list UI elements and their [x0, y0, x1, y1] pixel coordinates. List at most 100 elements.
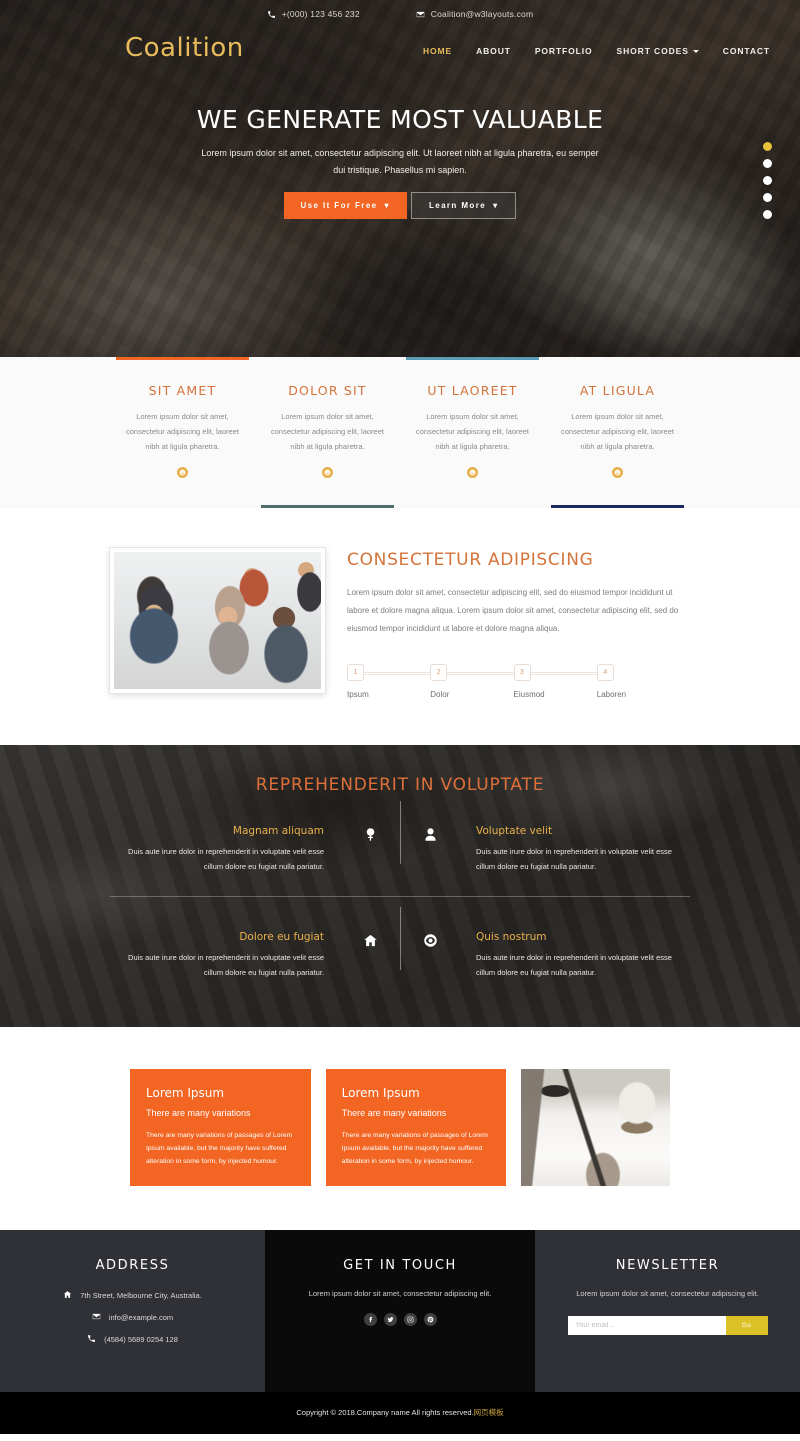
- footer-newsletter-heading: NEWSLETTER: [615, 1258, 720, 1274]
- learn-more-button[interactable]: Learn More ▾: [410, 192, 517, 220]
- envelope-icon: [416, 10, 425, 19]
- footer-address-column: ADDRESS 7th Street, Melbourne City, Aust…: [0, 1230, 265, 1393]
- step-item-ipsum[interactable]: 1 Ipsum: [347, 664, 431, 699]
- facebook-icon[interactable]: [363, 1313, 377, 1327]
- feature-title: Magnam aliquam: [232, 825, 324, 837]
- user-icon: [400, 825, 460, 842]
- step-number: 4: [596, 664, 614, 681]
- hand-writing-with-coffee-photo: [521, 1068, 671, 1187]
- step-label: Ipsum: [347, 690, 369, 699]
- twitter-icon[interactable]: [383, 1313, 397, 1327]
- feature-icons-top: [340, 801, 460, 864]
- feature-dolore-eu-fugiat: Dolore eu fugiat Duis aute irure dolor i…: [110, 931, 340, 980]
- step-item-dolor[interactable]: 2 Dolor: [430, 664, 514, 699]
- promo-card-title: Lorem Ipsum: [146, 1085, 225, 1100]
- eye-icon: [400, 931, 460, 948]
- top-contact-bar: +(000) 123 456 232 Coalition@w3layouts.c…: [0, 0, 800, 19]
- footer-address-street: 7th Street, Melbourne City, Australia.: [18, 1290, 247, 1301]
- home-icon: [340, 931, 400, 948]
- promo-card-body: There are many variations of passages of…: [341, 1131, 488, 1166]
- site-logo[interactable]: Coalition: [0, 33, 244, 63]
- nav-item-contact[interactable]: CONTACT: [723, 46, 770, 56]
- footer-address-email[interactable]: info@example.com: [18, 1312, 247, 1323]
- feature-title: Voluptate velit: [476, 825, 553, 837]
- service-body: Lorem ipsum dolor sit amet, consectetur …: [561, 412, 674, 451]
- promo-card-subtitle: There are many variations: [146, 1107, 251, 1118]
- nav-label-short-codes: SHORT CODES: [616, 46, 689, 56]
- service-card-at-ligula[interactable]: AT LIGULA Lorem ipsum dolor sit amet, co…: [545, 357, 690, 508]
- site-footer: ADDRESS 7th Street, Melbourne City, Aust…: [0, 1230, 800, 1393]
- step-item-eiusmod[interactable]: 3 Eiusmod: [513, 664, 597, 699]
- step-label: Dolor: [430, 690, 450, 699]
- step-connector-line: [447, 672, 514, 675]
- hero-section: +(000) 123 456 232 Coalition@w3layouts.c…: [0, 0, 800, 357]
- vertical-divider: [400, 907, 401, 971]
- nav-label-contact: CONTACT: [722, 46, 770, 56]
- nav-item-about[interactable]: ABOUT: [476, 46, 511, 56]
- service-bottom-accent-line: [551, 505, 684, 508]
- footer-address-phone[interactable]: (4584) 5689 0254 128: [18, 1334, 247, 1345]
- footer-address-heading: ADDRESS: [95, 1258, 170, 1274]
- service-title: DOLOR SIT: [288, 383, 367, 398]
- chevron-down-icon: ▾: [384, 201, 390, 211]
- slider-dot-4[interactable]: [763, 193, 772, 202]
- newsletter-submit-button[interactable]: Go: [725, 1316, 768, 1336]
- footer-newsletter-column: NEWSLETTER Lorem ipsum dolor sit amet, c…: [535, 1230, 800, 1393]
- service-card-sit-amet[interactable]: SIT AMET Lorem ipsum dolor sit amet, con…: [110, 357, 255, 508]
- horizontal-divider: [110, 896, 690, 898]
- nav-label-home: HOME: [423, 46, 453, 56]
- topbar-phone-text: +(000) 123 456 232: [281, 9, 360, 19]
- feature-title: Dolore eu fugiat: [239, 931, 324, 944]
- step-number: 2: [430, 664, 448, 681]
- process-steps: 1 Ipsum 2 Dolor 3 Eiusmod 4 Laboren: [347, 664, 690, 699]
- topbar-email[interactable]: Coalition@w3layouts.com: [416, 9, 534, 19]
- chevron-down-icon: [692, 49, 699, 53]
- copyright-cn-text[interactable]: 网页模板: [474, 1408, 504, 1417]
- footer-touch-text: Lorem ipsum dolor sit amet, consectetur …: [308, 1289, 492, 1299]
- parallax-title: REPREHENDERIT IN VOLUPTATE: [255, 775, 545, 795]
- nav-item-home[interactable]: HOME: [423, 46, 452, 56]
- nav-label-about: ABOUT: [476, 46, 511, 56]
- service-card-ut-laoreet[interactable]: UT LAOREET Lorem ipsum dolor sit amet, c…: [400, 357, 545, 508]
- copyright-text: Copyright © 2018.Company name All rights…: [296, 1408, 474, 1418]
- instagram-icon[interactable]: [403, 1313, 417, 1327]
- pinterest-icon[interactable]: [423, 1313, 437, 1327]
- newsletter-email-input[interactable]: [567, 1316, 726, 1336]
- service-body: Lorem ipsum dolor sit amet, consectetur …: [126, 412, 239, 451]
- feature-magnam-aliquam: Magnam aliquam Duis aute irure dolor in …: [110, 825, 340, 874]
- promo-card-1[interactable]: Lorem Ipsum There are many variations Th…: [130, 1068, 311, 1187]
- chevron-down-icon: ▾: [493, 201, 499, 211]
- service-card-dolor-sit[interactable]: DOLOR SIT Lorem ipsum dolor sit amet, co…: [255, 357, 400, 508]
- slider-dot-2[interactable]: [763, 159, 772, 168]
- footer-phone-text: (4584) 5689 0254 128: [104, 1335, 178, 1345]
- newsletter-form: Go: [567, 1316, 768, 1336]
- service-title: UT LAOREET: [427, 383, 518, 398]
- promo-card-subtitle: There are many variations: [341, 1107, 447, 1118]
- slider-dot-5[interactable]: [763, 210, 772, 219]
- slider-pagination: [763, 142, 772, 227]
- parallax-features-section: REPREHENDERIT IN VOLUPTATE Magnam aliqua…: [0, 745, 800, 1027]
- feature-body: Duis aute irure dolor in reprehenderit i…: [128, 847, 324, 871]
- use-it-for-free-button[interactable]: Use It For Free ▾: [283, 192, 407, 220]
- feature-row-bottom: Dolore eu fugiat Duis aute irure dolor i…: [0, 907, 800, 980]
- footer-street-text: 7th Street, Melbourne City, Australia.: [80, 1291, 202, 1301]
- step-label: Laboren: [596, 690, 627, 699]
- promo-card-2[interactable]: Lorem Ipsum There are many variations Th…: [325, 1068, 507, 1187]
- services-section: SIT AMET Lorem ipsum dolor sit amet, con…: [0, 357, 800, 508]
- main-navigation: HOME ABOUT PORTFOLIO SHORT CODES CONTACT: [423, 40, 770, 56]
- copyright-bar: Copyright © 2018.Company name All rights…: [0, 1392, 800, 1435]
- service-top-accent-line: [406, 357, 539, 360]
- topbar-phone[interactable]: +(000) 123 456 232: [267, 9, 360, 19]
- step-item-laboren[interactable]: 4 Laboren: [596, 664, 680, 699]
- footer-get-in-touch-column: GET IN TOUCH Lorem ipsum dolor sit amet,…: [265, 1230, 535, 1393]
- hero-button-group: Use It For Free ▾ Learn More ▾: [0, 192, 800, 220]
- hero-content: WE GENERATE MOST VALUABLE Lorem ipsum do…: [0, 105, 800, 220]
- phone-icon: [267, 10, 276, 19]
- nav-item-portfolio[interactable]: PORTFOLIO: [535, 46, 593, 56]
- service-body: Lorem ipsum dolor sit amet, consectetur …: [416, 412, 529, 451]
- slider-dot-3[interactable]: [763, 176, 772, 185]
- about-photo: [110, 548, 325, 693]
- slider-dot-1[interactable]: [763, 142, 772, 151]
- nav-label-portfolio: PORTFOLIO: [534, 46, 593, 56]
- nav-item-short-codes[interactable]: SHORT CODES: [617, 46, 699, 56]
